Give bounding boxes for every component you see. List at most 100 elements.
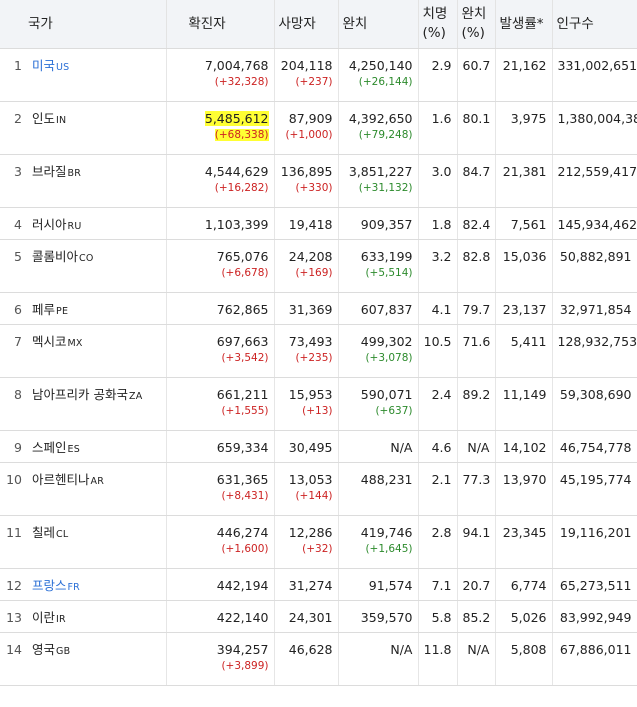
deaths-cell: 204,118 (+237) <box>274 48 339 102</box>
header-cases[interactable]: 확진자 <box>166 0 275 49</box>
header-population[interactable]: 인구수 <box>552 0 637 49</box>
recovered-delta: (+1,645) <box>365 543 413 555</box>
deaths-value: 31,274 <box>288 578 333 593</box>
recovery-rate-value: 82.8 <box>462 249 491 264</box>
recovered-cell: 4,392,650 (+79,248) <box>338 101 419 155</box>
country-name: 아르헨티나AR <box>32 472 105 487</box>
cfr-value: 2.9 <box>431 58 452 73</box>
incidence-cell: 21,381 <box>495 154 553 208</box>
rank-number: 3 <box>14 164 22 179</box>
cases-delta: (+6,678) <box>221 267 269 279</box>
header-deaths[interactable]: 사망자 <box>274 0 339 49</box>
country-code: BR <box>67 168 82 179</box>
deaths-value: 15,953 <box>288 387 333 402</box>
population-cell: 65,273,511 <box>552 568 637 601</box>
recovered-value: N/A <box>390 642 413 657</box>
incidence-value: 23,137 <box>502 302 547 317</box>
recovery-rate-value: 94.1 <box>462 525 491 540</box>
incidence-cell: 6,774 <box>495 568 553 601</box>
country-cell: 인도IN <box>24 101 167 155</box>
recovery-rate-value: 79.7 <box>462 302 491 317</box>
table-row: 13 이란IR 422,140 24,301 359,570 5.8 85.2 5,026 83… <box>0 600 637 633</box>
deaths-cell: 46,628 <box>274 632 339 686</box>
population-value: 212,559,417 <box>557 164 637 179</box>
incidence-value: 14,102 <box>502 440 547 455</box>
country-name: 남아프리카 공화국ZA <box>32 387 143 402</box>
recovered-value: 607,837 <box>360 302 413 317</box>
recovery-rate-value: 20.7 <box>462 578 491 593</box>
cfr-value: 5.8 <box>431 610 452 625</box>
incidence-value: 6,774 <box>510 578 547 593</box>
country-name[interactable]: 미국US <box>32 58 161 76</box>
table-row: 1 미국US 7,004,768 (+32,328) 204,118 (+237) 4,25… <box>0 48 637 102</box>
recovered-value: 499,302 <box>360 334 413 349</box>
country-name: 인도IN <box>32 111 67 126</box>
table-row: 4 러시아RU 1,103,399 19,418 909,357 1.8 82.4 7,561… <box>0 207 637 240</box>
country-cell: 스페인ES <box>24 430 167 463</box>
cases-cell: 762,865 <box>166 292 275 325</box>
header-recovery-rate[interactable]: 완치 (%) <box>457 0 496 49</box>
recovery-rate-cell: N/A <box>457 632 496 686</box>
rank-cell: 1 <box>0 48 24 102</box>
recovered-cell: 91,574 <box>338 568 419 601</box>
country-name: 영국GB <box>32 642 71 657</box>
recovery-rate-value: 84.7 <box>462 164 491 179</box>
recovery-rate-value: 77.3 <box>462 472 491 487</box>
incidence-cell: 15,036 <box>495 239 553 293</box>
recovered-value: 359,570 <box>360 610 413 625</box>
rank-number: 4 <box>14 217 22 232</box>
header-recovered[interactable]: 완치 <box>338 0 419 49</box>
incidence-value: 5,026 <box>510 610 547 625</box>
rank-number: 5 <box>14 249 22 264</box>
cases-value: 762,865 <box>216 302 269 317</box>
deaths-value: 87,909 <box>288 111 333 126</box>
recovered-value: 4,392,650 <box>348 111 413 126</box>
header-country[interactable]: 국가 <box>24 0 167 49</box>
header-incidence[interactable]: 발생률* <box>495 0 553 49</box>
recovery-rate-value: N/A <box>467 642 490 657</box>
cfr-cell: 10.5 <box>418 324 458 378</box>
cases-cell: 394,257 (+3,899) <box>166 632 275 686</box>
country-cell: 브라질BR <box>24 154 167 208</box>
recovery-rate-cell: 60.7 <box>457 48 496 102</box>
table-row: 2 인도IN 5,485,612 (+68,338) 87,909 (+1,000) 4,3… <box>0 101 637 155</box>
deaths-delta: (+1,000) <box>285 129 333 141</box>
recovery-rate-cell: 82.8 <box>457 239 496 293</box>
cases-delta: (+3,542) <box>221 352 269 364</box>
country-code: MX <box>67 338 83 349</box>
cfr-cell: 4.6 <box>418 430 458 463</box>
incidence-value: 21,381 <box>502 164 547 179</box>
cases-value: 4,544,629 <box>204 164 269 179</box>
deaths-cell: 30,495 <box>274 430 339 463</box>
country-code: GB <box>56 646 71 657</box>
cases-delta: (+1,555) <box>221 405 269 417</box>
incidence-cell: 3,975 <box>495 101 553 155</box>
deaths-delta: (+32) <box>302 543 333 555</box>
cases-value: 394,257 <box>216 642 269 657</box>
rank-number: 14 <box>6 642 22 657</box>
cases-cell: 5,485,612 (+68,338) <box>166 101 275 155</box>
cases-cell: 765,076 (+6,678) <box>166 239 275 293</box>
cfr-cell: 5.8 <box>418 600 458 633</box>
recovered-cell: 499,302 (+3,078) <box>338 324 419 378</box>
incidence-value: 7,561 <box>510 217 547 232</box>
deaths-cell: 12,286 (+32) <box>274 515 339 569</box>
cfr-value: 1.8 <box>431 217 452 232</box>
table-row: 11 칠레CL 446,274 (+1,600) 12,286 (+32) 419,746 (… <box>0 515 637 569</box>
recovery-rate-cell: 77.3 <box>457 462 496 516</box>
recovered-delta: (+3,078) <box>365 352 413 364</box>
recovered-value: 633,199 <box>360 249 413 264</box>
rank-number: 9 <box>14 440 22 455</box>
deaths-value: 30,495 <box>288 440 333 455</box>
country-name[interactable]: 프랑스FR <box>32 578 161 596</box>
incidence-cell: 13,970 <box>495 462 553 516</box>
deaths-delta: (+237) <box>295 76 333 88</box>
header-cfr[interactable]: 치명 (%) <box>418 0 458 49</box>
population-value: 145,934,462 <box>557 217 637 232</box>
incidence-cell: 23,345 <box>495 515 553 569</box>
rank-cell: 8 <box>0 377 24 431</box>
deaths-cell: 87,909 (+1,000) <box>274 101 339 155</box>
cfr-value: 7.1 <box>431 578 452 593</box>
country-name: 콜롬비아CO <box>32 249 94 264</box>
population-cell: 83,992,949 <box>552 600 637 633</box>
